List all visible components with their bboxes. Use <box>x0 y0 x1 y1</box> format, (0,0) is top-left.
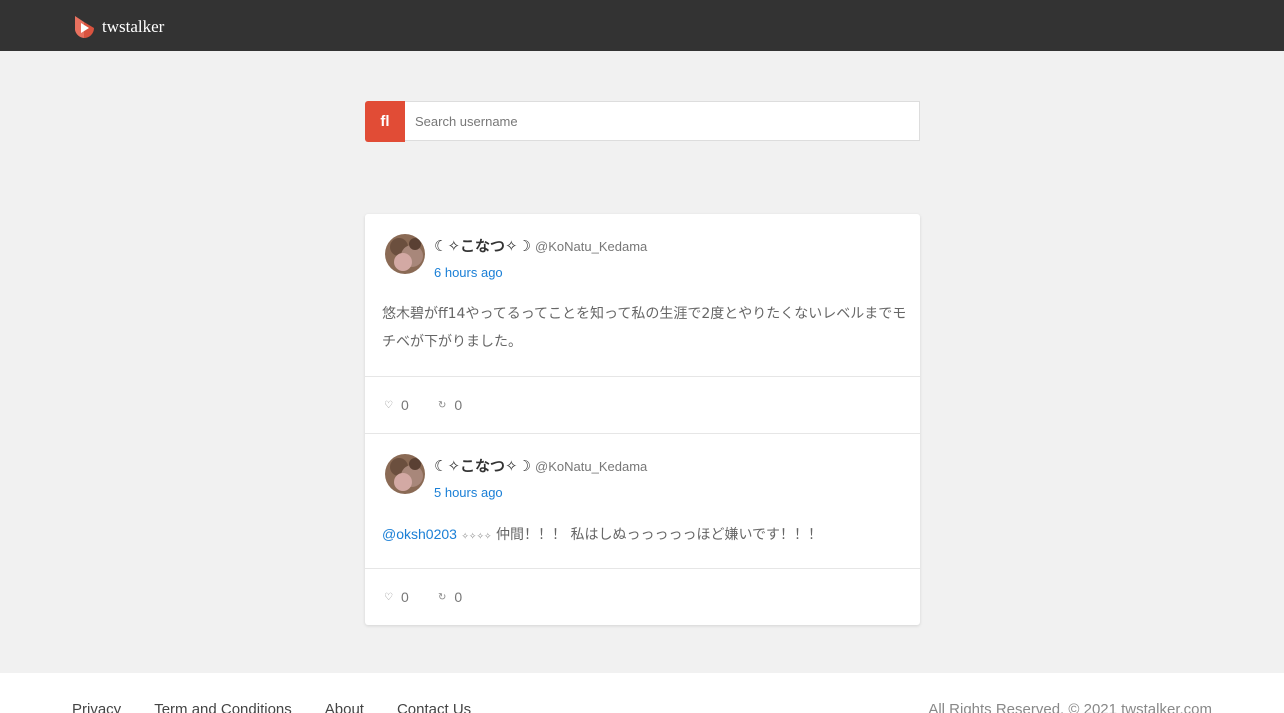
like-count: 0 <box>400 589 409 605</box>
display-name[interactable]: ☾✧こなつ✧☽ <box>434 455 531 476</box>
emoji-glyphs: ✧✧✧✧ <box>461 532 492 542</box>
top-navbar: twstalker <box>0 0 1284 51</box>
username-handle[interactable]: @KoNatu_Kedama <box>535 459 647 474</box>
retweet-count: 0 <box>454 397 463 413</box>
tweet-body: 仲間！！！ 私はしぬっっっっっほど嫌いです！！！ <box>496 527 823 543</box>
avatar-image <box>385 234 425 274</box>
brand-logo-icon <box>75 16 94 38</box>
search-icon: ﬂ <box>380 113 390 130</box>
footer-link-privacy[interactable]: Privacy <box>72 701 121 713</box>
like-action[interactable]: ♡ 0 <box>384 397 409 413</box>
footer-link-terms[interactable]: Term and Conditions <box>154 701 292 713</box>
brand-name: twstalker <box>102 17 165 36</box>
display-name[interactable]: ☾✧こなつ✧☽ <box>434 235 531 256</box>
search-button[interactable]: ﬂ <box>365 101 405 142</box>
tweet-feed: ☾✧こなつ✧☽ @KoNatu_Kedama 6 hours ago 悠木碧がf… <box>365 214 920 625</box>
tweet-card: ☾✧こなつ✧☽ @KoNatu_Kedama 5 hours ago @oksh… <box>365 434 920 625</box>
footer-link-contact[interactable]: Contact Us <box>397 701 471 713</box>
tweet-text: 悠木碧がff14やってるってことを知って私の生涯で2度とやりたくないレベルまでモ… <box>382 306 907 350</box>
like-count: 0 <box>400 397 409 413</box>
avatar-image <box>385 454 425 494</box>
like-action[interactable]: ♡ 0 <box>384 589 409 605</box>
tweet-timestamp[interactable]: 5 hours ago <box>434 485 503 500</box>
retweet-icon: ↻ <box>438 399 447 411</box>
footer-link-about[interactable]: About <box>325 701 364 713</box>
tweet-timestamp[interactable]: 6 hours ago <box>434 265 503 280</box>
search-bar: ﬂ <box>365 101 920 142</box>
tweet-text: @oksh0203 ✧✧✧✧ 仲間！！！ 私はしぬっっっっっほど嫌いです！！！ <box>382 520 907 551</box>
retweet-count: 0 <box>454 589 463 605</box>
retweet-action[interactable]: ↻ 0 <box>438 397 462 413</box>
tweet-actions: ♡ 0 ↻ 0 <box>365 568 920 625</box>
retweet-action[interactable]: ↻ 0 <box>438 589 462 605</box>
search-input[interactable] <box>405 101 920 141</box>
copyright-text: All Rights Reserved. © 2021 twstalker.co… <box>928 701 1212 713</box>
footer-links: Privacy Term and Conditions About Contac… <box>72 701 504 713</box>
tweet-card: ☾✧こなつ✧☽ @KoNatu_Kedama 6 hours ago 悠木碧がf… <box>365 214 920 434</box>
avatar[interactable] <box>385 234 425 274</box>
username-handle[interactable]: @KoNatu_Kedama <box>535 239 647 254</box>
heart-icon: ♡ <box>384 399 393 411</box>
heart-icon: ♡ <box>384 591 393 603</box>
tweet-actions: ♡ 0 ↻ 0 <box>365 376 920 433</box>
avatar[interactable] <box>385 454 425 494</box>
brand-link[interactable]: twstalker <box>72 14 164 40</box>
mention-link[interactable]: @oksh0203 <box>382 526 457 542</box>
retweet-icon: ↻ <box>438 591 447 603</box>
footer: Privacy Term and Conditions About Contac… <box>0 673 1284 713</box>
